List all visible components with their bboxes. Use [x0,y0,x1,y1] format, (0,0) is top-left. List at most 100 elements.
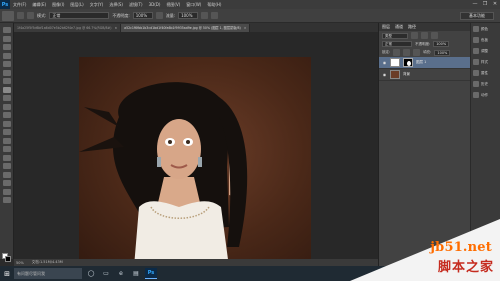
blend-row: 正常 不透明度: 100% [379,40,470,48]
options-bar: 模式: 正常 不透明度: 100% 流量: 100% 基本功能 [0,9,500,23]
panel-actions[interactable]: 动作 [472,91,500,99]
layer-mask-thumbnail[interactable] [403,58,413,67]
filter-adjust-icon[interactable] [421,32,428,39]
pen-tool-icon[interactable] [2,146,11,152]
tool-preset-icon[interactable] [2,10,14,21]
menu-window[interactable]: 窗口(W) [183,2,204,8]
shape-tool-icon[interactable] [2,171,11,178]
history-icon [473,81,479,87]
menu-layer[interactable]: 图层(L) [67,2,86,8]
fill-field[interactable]: 100% [434,49,451,56]
document-tabs: 1f4a25f5f5d6bf1a6d07e5b2b62f4e7.jpg @ 66… [14,23,378,32]
task-view-icon[interactable]: ▭ [100,268,112,279]
panel-adjustments[interactable]: 调整 [472,47,500,55]
panel-color[interactable]: 颜色 [472,25,500,33]
layer-opacity-label: 不透明度: [415,41,431,46]
menu-help[interactable]: 帮助(H) [204,2,224,8]
edit-toolbar-icon[interactable] [2,197,11,203]
layer-row-background[interactable]: ◉ 背景 [379,69,470,81]
blend-mode-select[interactable]: 正常 [382,41,412,47]
pressure-size-icon[interactable] [211,12,219,19]
panel-history[interactable]: 历史 [472,80,500,88]
edge-browser-icon[interactable]: e [115,268,127,279]
eraser-tool-icon[interactable] [2,112,11,118]
brush-size-icon[interactable] [17,12,24,19]
crop-tool-icon[interactable] [2,61,11,67]
maximize-button[interactable]: ❐ [482,1,488,7]
taskbar-search[interactable]: 有问题尽管问我 [14,268,82,279]
photoshop-taskbar-icon[interactable]: Ps [145,268,157,279]
tab-layers[interactable]: 图层 [382,24,390,30]
opacity-field[interactable]: 100% [132,12,153,19]
layer-kind-select[interactable]: 类型 [382,32,408,39]
menu-file[interactable]: 文件(F) [10,2,29,8]
move-tool-icon[interactable] [2,27,11,33]
pressure-opacity-icon[interactable] [155,12,163,19]
menu-view[interactable]: 视图(V) [163,2,183,8]
panel-styles[interactable]: 样式 [472,58,500,66]
history-brush-tool-icon[interactable] [2,103,11,110]
mode-select[interactable]: 正常 [49,12,110,19]
lock-pixels-icon[interactable] [393,49,401,56]
close-button[interactable]: ✕ [492,1,498,7]
filter-type-icon[interactable] [431,32,438,39]
menu-edit[interactable]: 编辑(E) [29,2,49,8]
fill-label: 填充: [423,50,432,54]
menu-filter[interactable]: 滤镜(T) [126,2,146,8]
tab-close-icon[interactable]: × [244,26,247,30]
workspace-select[interactable]: 基本功能 [460,12,494,20]
tab-document-1[interactable]: 1f4a25f5f5d6bf1a6d07e5b2b62f4e7.jpg @ 66… [14,24,122,32]
tab-document-2[interactable]: a52c1f6fbb1b3cd1bd1f40fa6b1f9935ad9e.jpg… [121,24,251,32]
panel-swatches[interactable]: 色板 [472,36,500,44]
zoom-tool-icon[interactable] [2,188,11,195]
document-photo[interactable] [79,57,311,267]
layer-row-layer1[interactable]: ◉ 图层 1 [379,57,470,69]
hand-tool-icon[interactable] [2,180,11,186]
panel-label: 属性 [481,70,488,75]
lock-all-icon[interactable] [413,49,421,56]
zoom-level[interactable]: 50% [16,261,24,265]
lock-label: 锁定: [382,50,391,54]
menu-image[interactable]: 图像(I) [49,2,67,8]
filter-pixel-icon[interactable] [411,32,418,39]
document-info[interactable]: 文档:1.51M/4.43M [32,260,63,265]
start-button[interactable]: ⊞ [0,266,14,281]
minimize-button[interactable]: — [472,1,478,7]
tab-close-icon[interactable]: × [114,26,117,30]
flow-field[interactable]: 100% [178,12,199,19]
quick-select-tool-icon[interactable] [2,52,11,59]
panel-label: 样式 [481,59,488,64]
dodge-tool-icon[interactable] [2,137,11,144]
layer-opacity-field[interactable]: 100% [433,41,450,47]
gradient-tool-icon[interactable] [2,120,11,127]
healing-brush-tool-icon[interactable] [2,78,11,84]
marquee-tool-icon[interactable] [2,35,11,42]
opacity-label: 不透明度: [112,12,130,18]
clone-stamp-tool-icon[interactable] [2,95,11,101]
brush-tool-icon[interactable] [2,86,11,93]
file-explorer-icon[interactable]: ▤ [130,268,142,279]
menu-select[interactable]: 选择(S) [106,2,126,8]
blur-tool-icon[interactable] [2,129,11,135]
panel-properties[interactable]: 属性 [472,69,500,77]
eyedropper-tool-icon[interactable] [2,69,11,76]
menu-3d[interactable]: 3D(D) [146,2,164,7]
tab-paths[interactable]: 路径 [408,24,416,30]
cortana-icon[interactable]: ◯ [85,268,97,279]
mode-label: 模式: [37,12,47,18]
panel-label: 颜色 [481,26,488,31]
layer-name: 背景 [403,72,410,76]
airbrush-icon[interactable] [201,12,209,19]
brush-panel-icon[interactable] [27,12,34,19]
background-color-swatch[interactable] [5,256,11,262]
type-tool-icon[interactable] [2,154,11,161]
lock-position-icon[interactable] [403,49,411,56]
lasso-tool-icon[interactable] [2,44,11,50]
eye-icon[interactable]: ◉ [382,60,387,65]
canvas-area[interactable] [14,32,378,267]
eye-icon[interactable]: ◉ [382,72,387,77]
photoshop-logo-icon: Ps [0,0,10,9]
path-select-tool-icon[interactable] [2,163,11,169]
menu-type[interactable]: 文字(Y) [87,2,107,8]
tab-channels[interactable]: 通道 [395,24,403,30]
